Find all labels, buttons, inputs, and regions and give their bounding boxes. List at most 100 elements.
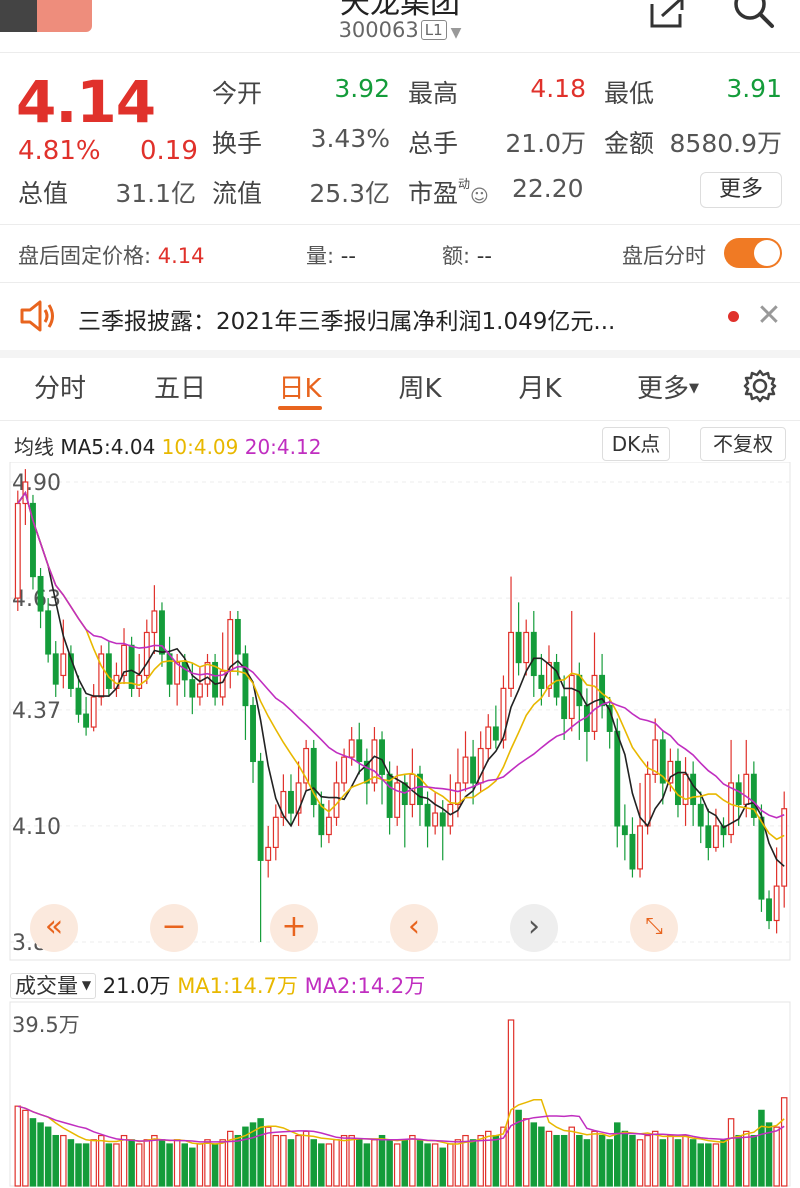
candle-body <box>318 803 325 836</box>
volume-bar <box>409 1134 416 1187</box>
tab-more[interactable]: 更多▼ <box>620 368 716 405</box>
candle-body <box>52 653 59 685</box>
volume-bar <box>75 1143 82 1187</box>
y-tick-label: 4.90 <box>12 471 61 496</box>
volume-bar <box>348 1134 355 1187</box>
tab-weekly-k[interactable]: 周K <box>380 368 460 405</box>
tab-daily-k[interactable]: 日K <box>260 368 340 405</box>
volume-bar <box>29 1118 37 1187</box>
volume-bar <box>105 1143 113 1187</box>
candle-body <box>568 674 575 720</box>
volume-bar <box>280 1134 287 1187</box>
chart-frame <box>9 462 791 961</box>
volume-legend: 成交量 ▼ 21.0万 MA1:14.7万 MA2:14.2万 <box>10 970 425 1000</box>
candle-body <box>530 631 537 677</box>
volume-bar <box>530 1122 538 1187</box>
adjust-select[interactable]: 不复权 <box>700 427 786 461</box>
candle-body <box>492 726 499 741</box>
candle-body <box>181 661 188 681</box>
candle-body <box>45 610 52 655</box>
candle-body <box>288 790 294 814</box>
candle-body <box>356 739 363 763</box>
volume-indicator-select[interactable]: 成交量 ▼ <box>10 973 97 999</box>
close-icon[interactable]: ✕ <box>756 298 782 334</box>
volume-bar <box>682 1134 689 1187</box>
fullscreen-icon[interactable]: ⤡ <box>630 904 678 952</box>
share-icon[interactable] <box>648 0 688 30</box>
volume-bar <box>82 1143 90 1187</box>
volume-bar <box>98 1134 105 1187</box>
chevron-down-icon: ▼ <box>450 25 462 41</box>
zoom-in-icon[interactable]: + <box>270 904 318 952</box>
gear-icon[interactable] <box>742 368 778 404</box>
volume-bar <box>272 1134 280 1187</box>
volume-bar <box>636 1139 644 1187</box>
volume-bar <box>44 1126 52 1187</box>
stat-label: 总手 <box>408 129 459 158</box>
tab-more-label: 更多 <box>636 374 689 404</box>
volume-bar <box>22 1109 29 1187</box>
tab-monthly-k[interactable]: 月K <box>500 368 580 405</box>
after-hours-amount-value: -- <box>476 244 492 268</box>
candle-body <box>621 825 628 836</box>
candle-body <box>348 739 355 758</box>
candle-body <box>758 816 765 900</box>
candle-body <box>523 631 530 664</box>
volume-bar <box>538 1126 545 1187</box>
volume-ma1: MA1:14.7万 <box>177 974 298 998</box>
y-tick-label: 4.37 <box>12 699 61 724</box>
candle-body <box>151 610 158 634</box>
volume-bar <box>234 1134 242 1187</box>
candle-body <box>90 696 97 728</box>
news-headline[interactable]: 三季报披露：2021年三季报归属净利润1.049亿元... <box>78 302 615 336</box>
volume-ma2: MA2:14.2万 <box>304 974 426 998</box>
candle-body <box>128 644 135 689</box>
ma-legend-label: 均线 <box>14 435 54 459</box>
tab-intraday[interactable]: 分时 <box>20 368 100 405</box>
candle-body <box>379 739 385 775</box>
candle-body <box>341 756 348 784</box>
unread-dot <box>728 311 739 322</box>
candle-body <box>14 502 21 599</box>
candle-body <box>272 816 279 849</box>
volume-bar <box>158 1139 166 1187</box>
stat-label: 换手 <box>212 129 263 158</box>
candle-body <box>166 653 173 685</box>
scroll-left-icon[interactable]: ‹ <box>390 904 438 952</box>
volume-bar <box>424 1143 431 1187</box>
active-tab-indicator <box>278 406 322 410</box>
volume-bar <box>325 1143 333 1187</box>
zoom-out-icon[interactable]: − <box>150 904 198 952</box>
candle-body <box>325 816 332 836</box>
after-hours-volume-label: 量: <box>306 244 335 268</box>
stat-value: 25.3亿 <box>309 179 390 208</box>
divider <box>0 282 800 283</box>
candle-body <box>333 782 340 818</box>
volume-bar <box>310 1139 317 1187</box>
stock-code: 300063 <box>338 18 419 42</box>
tab-five-day[interactable]: 五日 <box>140 368 220 405</box>
stock-code-row[interactable]: 300063 L1 ▼ <box>300 18 500 42</box>
volume-bar <box>37 1122 44 1187</box>
current-price: 4.14 <box>16 68 156 136</box>
search-icon[interactable] <box>728 0 776 34</box>
volume-bar <box>204 1139 211 1187</box>
volume-bar <box>576 1134 583 1187</box>
volume-bar <box>591 1130 598 1187</box>
candlestick-chart[interactable]: 4.904.634.374.103.83 <box>0 462 800 962</box>
volume-bar <box>758 1109 765 1187</box>
candle-body <box>773 885 780 922</box>
volume-bar <box>90 1139 97 1187</box>
candle-body <box>189 679 196 698</box>
volume-bar <box>469 1139 477 1187</box>
scroll-right-icon[interactable]: › <box>510 904 558 952</box>
more-button[interactable]: 更多 <box>700 172 782 208</box>
candle-body <box>196 683 203 698</box>
candle-body <box>485 726 492 750</box>
after-hours-toggle[interactable] <box>724 238 782 268</box>
scroll-left-fast-icon[interactable]: « <box>30 904 78 952</box>
volume-bar <box>697 1143 704 1187</box>
volume-chart[interactable]: 39.5万 <box>0 1000 800 1188</box>
dk-point-button[interactable]: DK点 <box>602 427 670 461</box>
volume-bar <box>553 1134 560 1187</box>
